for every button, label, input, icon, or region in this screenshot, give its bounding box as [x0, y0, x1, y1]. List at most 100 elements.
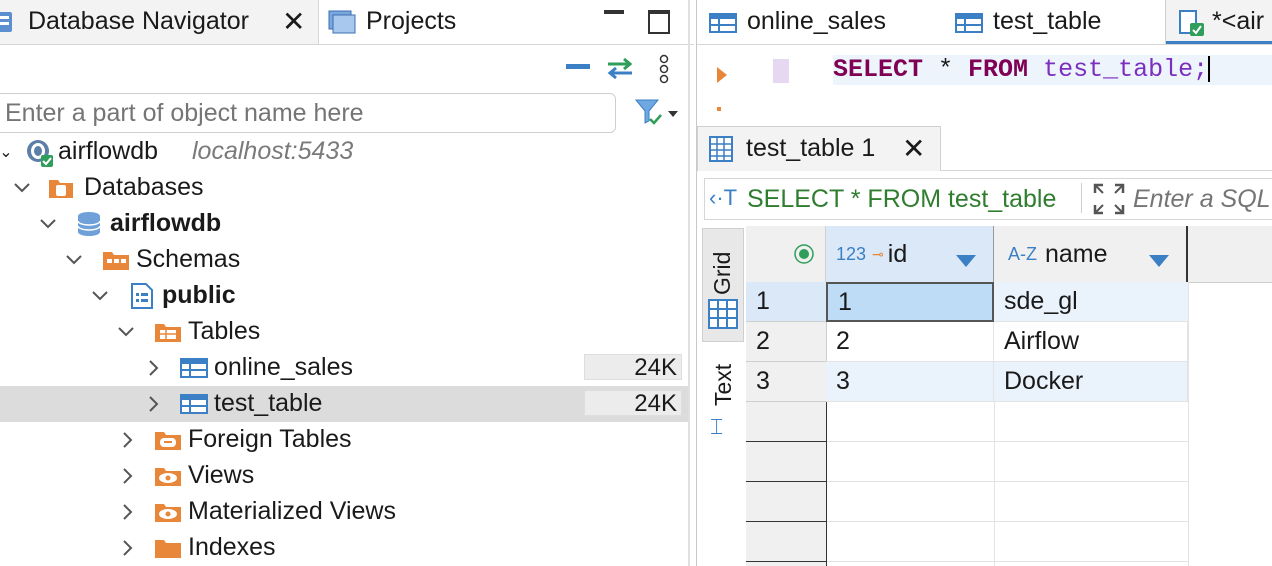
tab-sql-editor-active[interactable]: *<air [1165, 0, 1272, 44]
tree-node-schema[interactable]: public [0, 278, 690, 314]
panel-splitter[interactable] [688, 0, 690, 566]
tree-node-table-test-table[interactable]: test_table 24K [0, 386, 690, 422]
results-grid-icon [708, 135, 734, 170]
sql-semicolon: ; [1193, 55, 1209, 84]
sql-current-line[interactable]: SELECT * FROM test_table; [833, 55, 1272, 85]
cell-name[interactable]: Docker [994, 362, 1188, 402]
table-icon [180, 357, 208, 379]
close-icon[interactable]: ✕ [282, 5, 305, 38]
maximize-icon[interactable] [648, 10, 670, 34]
chevron-right-icon[interactable] [118, 430, 138, 450]
tree-node-connection[interactable]: ⌄ airflowdb localhost:5433 [0, 134, 690, 170]
databases-folder-icon [48, 177, 73, 199]
chevron-right-icon[interactable] [144, 358, 164, 378]
table-row[interactable]: 3 3 Docker [746, 362, 1272, 402]
tab-projects-label: Projects [366, 7, 457, 35]
table-size: 24K [584, 390, 682, 417]
tree-node-database[interactable]: airflowdb [0, 206, 690, 242]
tab-database-navigator-label: Database Navigator [28, 7, 249, 35]
tab-database-navigator[interactable]: Database Navigator ✕ [0, 0, 319, 44]
navigator-filter-input[interactable] [3, 96, 607, 130]
sort-dropdown-icon[interactable] [955, 246, 977, 275]
row-number[interactable]: 2 [746, 322, 826, 362]
chevron-down-icon[interactable] [38, 214, 58, 234]
sql-keyword-from: FROM [968, 55, 1029, 84]
close-icon[interactable]: ✕ [902, 132, 925, 165]
collapse-all-icon[interactable] [566, 64, 590, 69]
tables-folder-icon [154, 321, 181, 343]
materialized-views-label: Materialized Views [188, 497, 396, 525]
table-row[interactable]: 1 1 sde_gl [746, 282, 1272, 322]
column-header-name[interactable]: A-Z name [994, 226, 1188, 282]
foreign-tables-folder-icon [154, 429, 181, 451]
grid-view-icon [708, 299, 738, 334]
sql-keyword-select: SELECT [833, 55, 924, 84]
chevron-right-icon[interactable] [144, 394, 164, 414]
table-name: online_sales [214, 353, 353, 381]
query-bar-separator [1081, 183, 1082, 213]
cell-id[interactable]: 3 [826, 362, 994, 402]
tree-node-views[interactable]: Views [0, 458, 690, 494]
chevron-right-icon[interactable] [118, 538, 138, 558]
sort-dropdown-icon[interactable] [1148, 246, 1170, 275]
tree-node-indexes[interactable]: Indexes [0, 530, 690, 566]
link-editor-icon[interactable] [604, 55, 636, 86]
results-query-text[interactable]: SELECT * FROM test_table [747, 185, 1056, 214]
column-header-id[interactable]: 123 ⊸ id [826, 226, 994, 282]
row-number-lines [746, 402, 826, 566]
schema-icon [130, 282, 154, 309]
sql-table-name: test_table [1043, 55, 1194, 84]
chevron-down-icon[interactable] [90, 286, 110, 306]
minimize-icon[interactable] [604, 10, 624, 14]
indexes-label: Indexes [188, 533, 276, 561]
foreign-tables-label: Foreign Tables [188, 425, 352, 453]
tree-node-tables[interactable]: Tables [0, 314, 690, 350]
projects-icon [328, 9, 356, 35]
schema-name: public [162, 281, 236, 309]
chevron-down-icon[interactable]: ⌄ [0, 142, 16, 162]
chevron-right-icon[interactable] [118, 466, 138, 486]
text-type-icon: A-Z [1008, 243, 1037, 264]
tree-node-materialized-views[interactable]: Materialized Views [0, 494, 690, 530]
chevron-down-icon[interactable] [64, 250, 84, 270]
cell-id[interactable]: 2 [826, 322, 994, 362]
select-all-corner[interactable] [746, 226, 826, 282]
row-number[interactable]: 3 [746, 362, 826, 402]
row-number[interactable]: 1 [746, 282, 826, 322]
filter-icon[interactable] [634, 97, 678, 132]
chevron-down-icon[interactable] [12, 178, 32, 198]
tree-node-table-online-sales[interactable]: online_sales 24K [0, 350, 690, 386]
expand-icon[interactable] [1093, 183, 1125, 220]
tab-results-test-table-1[interactable]: test_table 1 ✕ [697, 126, 941, 171]
navigator-filter-field[interactable] [0, 93, 616, 133]
side-tab-grid[interactable]: Grid [702, 228, 744, 342]
tree-node-databases[interactable]: Databases [0, 170, 690, 206]
table-row[interactable]: 2 2 Airflow [746, 322, 1272, 362]
table-icon [180, 393, 208, 415]
chevron-down-icon[interactable] [116, 322, 136, 342]
cell-id[interactable]: 1 [826, 282, 994, 322]
cell-name[interactable]: sde_gl [994, 282, 1188, 322]
column-name: name [1045, 239, 1108, 268]
tree-node-schemas[interactable]: Schemas [0, 242, 690, 278]
cell-name[interactable]: Airflow [994, 322, 1188, 362]
database-icon [76, 211, 101, 236]
sql-editor-area[interactable]: SELECT * FROM test_table; [697, 45, 1272, 125]
side-tab-text[interactable]: Text ⌶ [702, 344, 742, 454]
tab-test-table[interactable]: test_table [943, 0, 1163, 44]
indexes-folder-icon [154, 537, 181, 559]
more-options-icon[interactable] [656, 54, 672, 89]
databases-label: Databases [84, 173, 204, 201]
results-filter-input[interactable] [1131, 182, 1272, 216]
schemas-label: Schemas [136, 245, 241, 273]
sql-editor-icon [1178, 9, 1206, 44]
editor-tab-strip: online_sales test_table *<air [697, 0, 1272, 45]
tab-projects[interactable]: Projects [320, 0, 570, 44]
fold-marker [717, 107, 721, 111]
results-query-bar: ‹·T SELECT * FROM test_table [704, 178, 1272, 220]
tab-online-sales[interactable]: online_sales [697, 0, 943, 44]
postgresql-connection-icon [24, 138, 54, 168]
tree-node-foreign-tables[interactable]: Foreign Tables [0, 422, 690, 458]
chevron-right-icon[interactable] [118, 502, 138, 522]
tab-online-sales-label: online_sales [747, 7, 886, 35]
